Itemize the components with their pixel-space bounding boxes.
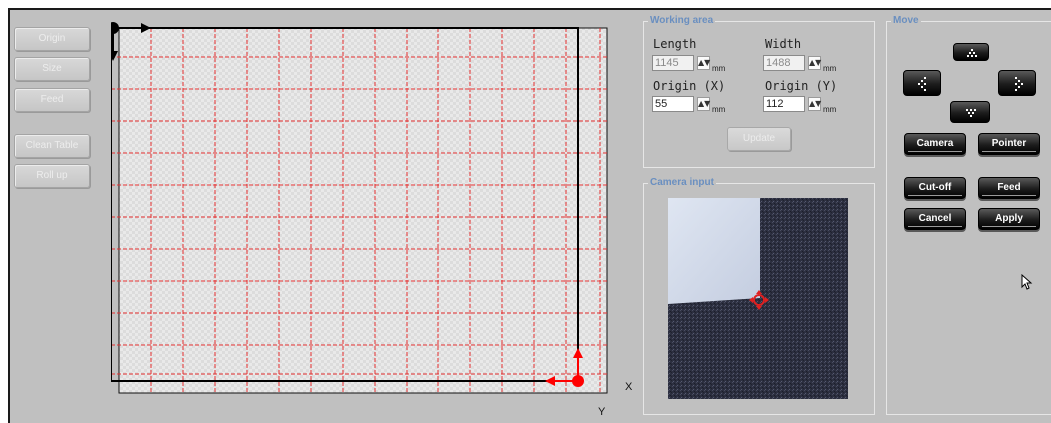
camera-button[interactable]: Camera [904, 133, 966, 155]
cancel-button[interactable]: Cancel [904, 208, 966, 230]
camera-feed[interactable] [668, 198, 848, 399]
width-label: Width [765, 37, 802, 51]
clean-table-button[interactable]: Clean Table [14, 134, 90, 158]
roll-up-button[interactable]: Roll up [14, 164, 90, 188]
origin-y-unit: mm [823, 105, 837, 114]
length-label: Length [653, 37, 697, 51]
mouse-cursor-icon [1021, 274, 1033, 290]
length-unit: mm [712, 64, 726, 73]
arrow-left-icon [918, 77, 926, 91]
origin-x-spinner[interactable]: ▲▼ [697, 97, 710, 111]
origin-x-unit: mm [712, 105, 726, 114]
material-sheet [668, 198, 760, 304]
size-button[interactable]: Size [14, 57, 90, 81]
origin-y-label: Origin (Y) [765, 79, 838, 93]
camera-input-title: Camera input [648, 177, 716, 188]
cutting-table[interactable] [107, 21, 608, 394]
working-area-title: Working area [648, 15, 716, 26]
length-spinner[interactable]: ▲▼ [697, 56, 710, 70]
move-left-button[interactable] [903, 70, 941, 96]
width-spinner[interactable]: ▲▼ [808, 56, 821, 70]
width-unit: mm [823, 64, 837, 73]
move-title: Move [891, 15, 921, 26]
cut-off-button[interactable]: Cut-off [904, 177, 966, 199]
feed-button-move[interactable]: Feed [978, 177, 1040, 199]
origin-y-field[interactable]: 112 [763, 96, 805, 112]
move-up-button[interactable] [953, 43, 989, 61]
origin-x-field[interactable]: 55 [652, 96, 694, 112]
x-axis-label: X [625, 381, 633, 393]
table-canvas[interactable] [107, 21, 608, 394]
update-button[interactable]: Update [727, 127, 791, 151]
apply-button[interactable]: Apply [978, 208, 1040, 230]
arrow-up-icon [967, 49, 977, 57]
feed-button[interactable]: Feed [14, 88, 90, 112]
width-field[interactable]: 1488 [763, 55, 805, 71]
arrow-right-icon [1015, 77, 1023, 91]
origin-y-spinner[interactable]: ▲▼ [808, 97, 821, 111]
origin-x-label: Origin (X) [653, 79, 726, 93]
move-right-button[interactable] [998, 70, 1036, 96]
origin-button[interactable]: Origin [14, 27, 90, 51]
arrow-down-icon [966, 109, 976, 117]
move-down-button[interactable] [950, 101, 990, 123]
y-axis-label: Y [598, 406, 606, 418]
pointer-button[interactable]: Pointer [978, 133, 1040, 155]
length-field[interactable]: 1145 [652, 55, 694, 71]
